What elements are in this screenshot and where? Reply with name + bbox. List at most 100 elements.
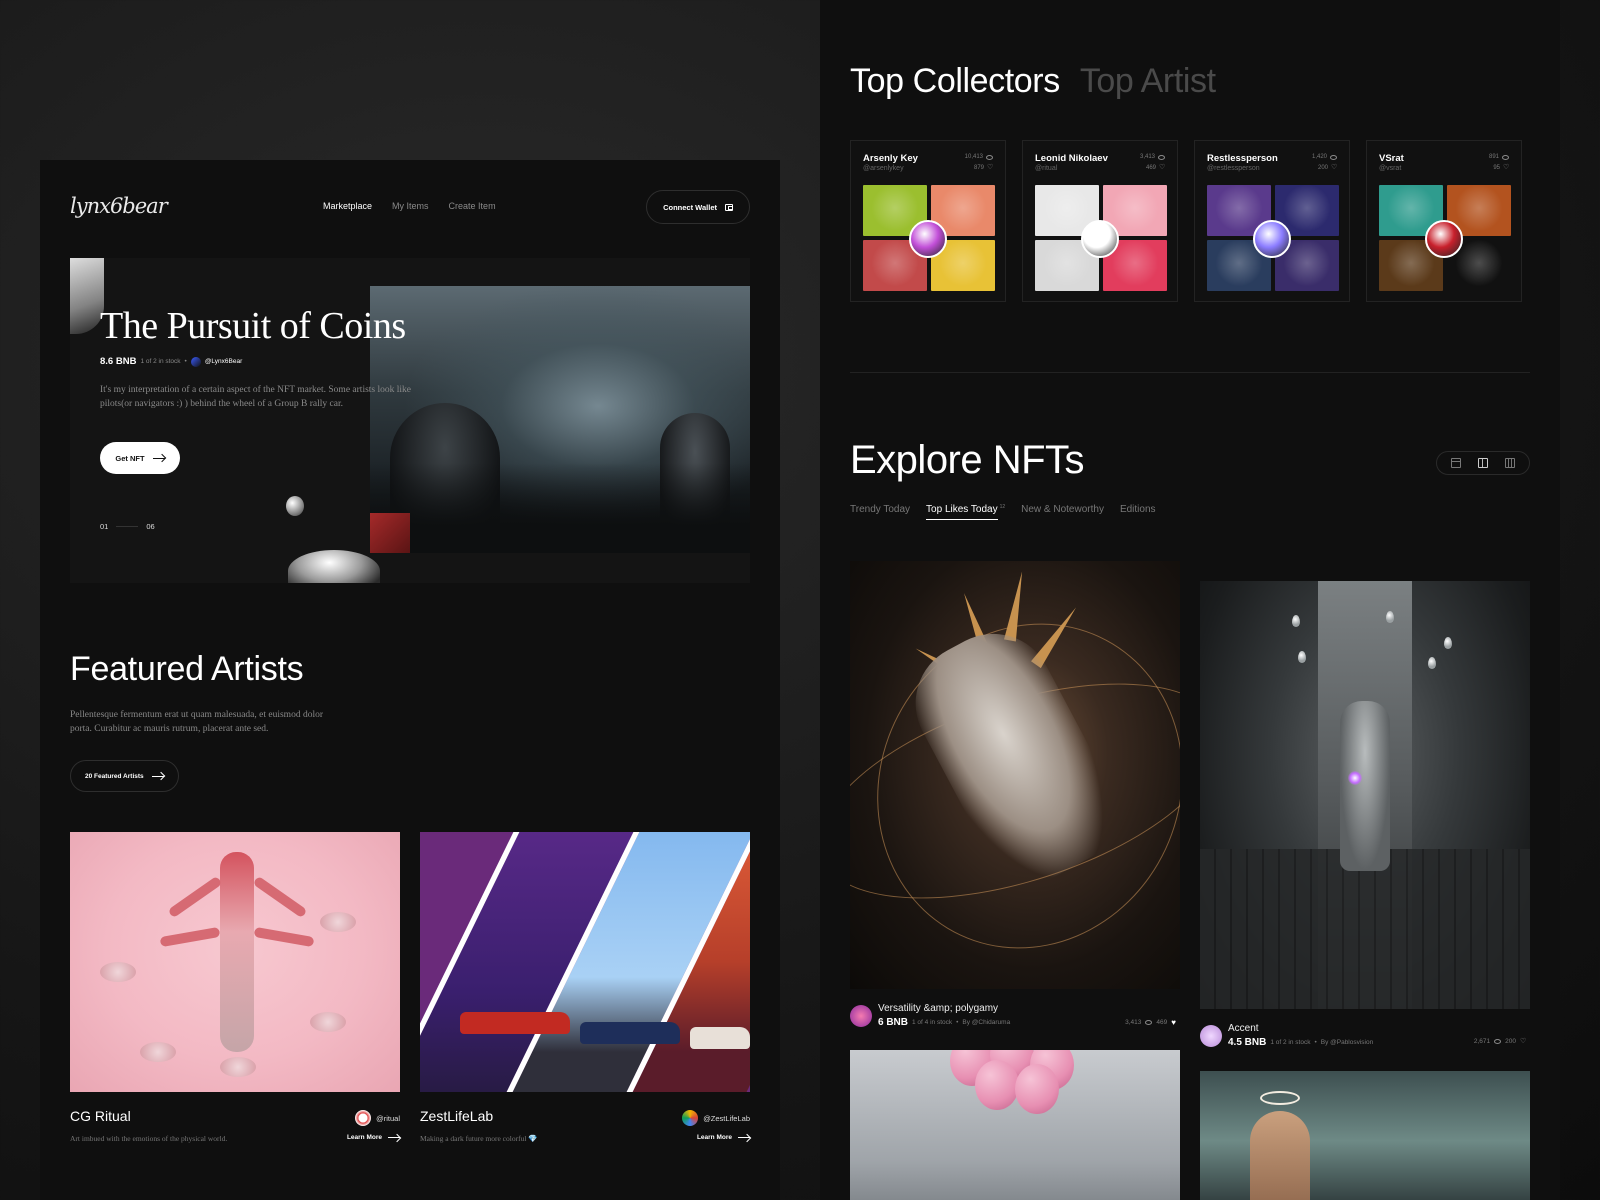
nft-creator[interactable]: By @Pablosvision [1321,1039,1373,1046]
collector-card[interactable]: VSrat @vsrat 891 95 ♡ [1366,140,1522,302]
collector-views: 3,413 [1140,154,1165,160]
collector-card[interactable]: Arsenly Key @arsenlykey 10,413 879 ♡ [850,140,1006,302]
balloon [975,1060,1019,1110]
likes-count: 469 [1145,165,1156,171]
nav-my-items[interactable]: My Items [392,201,429,211]
artist-subtitle-row: Art imbued with the emotions of the phys… [70,1134,400,1143]
hero-title: The Pursuit of Coins [100,305,406,347]
nav-menu: Marketplace My Items Create Item [323,201,496,211]
artist-card[interactable]: ZestLifeLab @ZestLifeLab Making a dark f… [420,832,750,1143]
floating-drop [1292,615,1300,627]
pager-total: 06 [146,522,155,531]
explore-title: Explore NFTs [850,438,1085,482]
two-column-view-icon[interactable] [1477,458,1488,468]
nft-artwork-image[interactable] [850,561,1180,989]
marketplace-preview: lynx6bear Marketplace My Items Create It… [40,160,780,1200]
tab-top-collectors[interactable]: Top Collectors [850,62,1060,101]
tab-top-likes-today[interactable]: Top Likes Today [926,504,998,521]
eye-icon [1494,1039,1502,1044]
glowing-orb [1348,771,1362,785]
nav-create-item[interactable]: Create Item [449,201,496,211]
collector-name[interactable]: VSrat [1379,153,1404,164]
ritual-dancer [100,962,136,982]
nft-card[interactable] [850,1050,1180,1200]
collector-card[interactable]: Restlessperson @restlessperson 1,420 200… [1194,140,1350,302]
artist-handle[interactable]: @ritual [355,1110,400,1126]
collector-name[interactable]: Leonid Nikolaev [1035,153,1108,164]
views-count: 1,420 [1311,154,1327,160]
arrow-right-icon [388,1137,400,1138]
tab-new-noteworthy[interactable]: New & Noteworthy [1021,504,1104,515]
nft-creator[interactable]: By @Chidaruma [962,1019,1010,1026]
collector-avatar[interactable] [1425,220,1463,258]
three-column-view-icon[interactable] [1504,458,1515,468]
creator-avatar[interactable] [850,1005,872,1027]
view-toggle [1436,451,1530,475]
featured-artists-button[interactable]: 20 Featured Artists [70,760,179,792]
eye-icon [1158,154,1165,160]
hero-author[interactable]: @Lynx6Bear [205,358,242,365]
nft-artwork-image[interactable] [1200,581,1530,1009]
hero-description: It's my interpretation of a certain aspe… [100,385,411,409]
artist-name[interactable]: CG Ritual [70,1108,131,1124]
nft-meta: 6 BNB 1 of 4 in stock • By @Chidaruma [878,1017,1010,1028]
featured-artists-description: Pellentesque fermentum erat ut quam male… [70,710,323,734]
nft-artwork-image[interactable] [1200,1071,1530,1200]
nav-marketplace[interactable]: Marketplace [323,201,372,211]
ritual-arm [159,926,221,948]
artist-artwork-image[interactable] [420,832,750,1092]
dashboard-shade [370,463,750,553]
creator-avatar[interactable] [1200,1025,1222,1047]
collector-name[interactable]: Arsenly Key [863,153,918,164]
collector-avatar[interactable] [909,220,947,258]
hero-text: The Pursuit of Coins 8.6 BNB 1 of 2 in s… [100,304,411,411]
learn-more-label: Learn More [346,1134,382,1141]
collector-card[interactable]: Leonid Nikolaev @ritual 3,413 469 ♡ [1022,140,1178,302]
artist-handle[interactable]: @ZestLifeLab [682,1110,750,1126]
connect-wallet-label: Connect Wallet [663,202,717,212]
heart-outline-icon: ♡ [1503,164,1510,171]
likes-count: 200 [1317,165,1328,171]
nft-name[interactable]: Accent [1228,1023,1259,1034]
tab-trendy-today[interactable]: Trendy Today [850,504,910,515]
learn-more-link[interactable]: Learn More [697,1134,750,1141]
hero-stock: 1 of 2 in stock [140,358,181,365]
collector-name[interactable]: Restlessperson [1207,153,1278,164]
nft-card[interactable]: Accent 4.5 BNB 1 of 2 in stock • By @Pab… [1200,581,1530,1055]
get-nft-button[interactable]: Get NFT [100,442,180,474]
nft-card[interactable]: Versatility &amp; polygamy 6 BNB 1 of 4 … [850,561,1180,1035]
arrow-right-icon [152,457,165,459]
eye-icon [1145,1020,1153,1025]
floating-drop [1428,657,1436,669]
white-car [690,1027,750,1049]
artist-card[interactable]: CG Ritual @ritual Art imbued with the em… [70,832,400,1143]
single-view-icon[interactable] [1451,458,1462,468]
nft-info: Versatility &amp; polygamy 6 BNB 1 of 4 … [850,1003,1180,1035]
hero-artwork-image[interactable] [370,286,750,553]
collector-avatar[interactable] [1253,220,1291,258]
bullet: • [184,358,187,365]
red-car [460,1012,570,1034]
artist-subtitle: Art imbued with the emotions of the phys… [70,1134,228,1143]
learn-more-link[interactable]: Learn More [347,1134,400,1141]
tab-editions[interactable]: Editions [1120,504,1156,515]
heart-outline-icon: ♡ [1159,164,1166,171]
collectors-tabs: Top Collectors Top Artist [850,62,1216,101]
nft-artwork-image[interactable] [850,1050,1180,1200]
nft-info: Accent 4.5 BNB 1 of 2 in stock • By @Pab… [1200,1023,1530,1055]
nft-card[interactable] [1200,1071,1530,1200]
tab-top-artist[interactable]: Top Artist [1080,62,1216,101]
artist-artwork-image[interactable] [70,832,400,1092]
collector-likes: 95 ♡ [1493,164,1510,171]
hero-pager[interactable]: 01 06 [100,522,155,531]
artist-name[interactable]: ZestLifeLab [420,1108,493,1124]
chrome-blob-decoration [70,258,104,334]
collector-avatar[interactable] [1081,220,1119,258]
heart-outline-icon[interactable]: ♡ [1520,1038,1526,1045]
chrome-drop-decoration [286,496,304,516]
heart-filled-icon[interactable]: ♥ [1171,1018,1176,1027]
connect-wallet-button[interactable]: Connect Wallet [646,190,750,224]
nft-name[interactable]: Versatility &amp; polygamy [878,1003,998,1014]
logo[interactable]: lynx6bear [70,194,168,218]
artist-subtitle: Making a dark future more colorful 💎 [420,1134,538,1143]
